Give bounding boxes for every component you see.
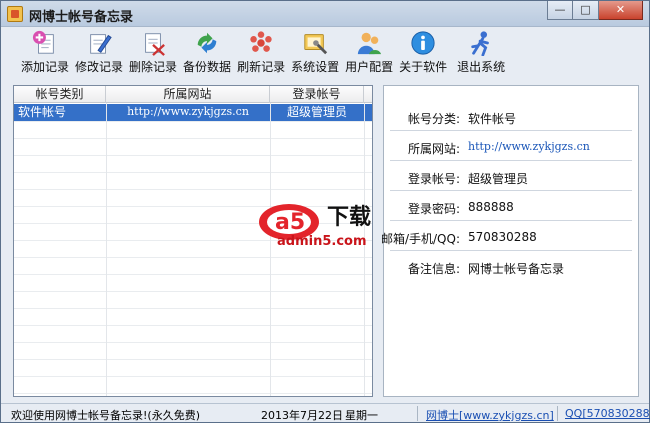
cell-site: http://www.zykjgzs.cn [127,105,249,118]
grid-line [14,342,372,343]
table-row[interactable]: 软件帐号 http://www.zykjgzs.cn 超级管理员 [14,104,372,121]
column-header-category[interactable]: 帐号类别 [14,86,106,103]
edit-record-icon [90,34,112,54]
cell-account: 超级管理员 [286,105,347,119]
app-window: 网博士帐号备忘录 — □ ✕ 添加记录 修改记录 删除记录 备份数据 刷新记录 … [0,0,650,423]
backup-data-icon [197,32,217,54]
column-header-more [364,86,372,103]
detail-row-site: 所属网站: http://www.zykjgzs.cn [384,132,638,162]
toolbar-label: 退出系统 [457,60,506,74]
system-settings-button[interactable]: 系统设置 [291,27,339,75]
app-icon [7,6,23,22]
detail-label: 登录帐号: [407,172,460,186]
grid-line [14,189,372,190]
status-weekday: 星期一 [345,409,378,422]
detail-row-contact: 邮箱/手机/QQ: 570830288 [381,222,638,252]
detail-value: 超级管理员 [468,172,529,186]
grid-line [14,376,372,377]
divider [417,406,418,421]
caption-buttons: — □ ✕ [547,1,643,20]
close-button[interactable]: ✕ [599,1,643,20]
website-link[interactable]: 网博士[www.zykjgzs.cn] [426,407,554,423]
grid-line [14,359,372,360]
grid-line [14,291,372,292]
system-settings-icon [304,34,328,55]
detail-value: 888888 [468,200,514,214]
grid-column-line [364,103,365,396]
toolbar-label: 修改记录 [75,60,124,74]
detail-row-password: 登录密码: 888888 [384,192,638,222]
detail-row-notes: 备注信息: 网博士帐号备忘录 [384,252,638,282]
user-config-button[interactable]: 用户配置 [345,27,393,75]
toolbar-label: 刷新记录 [237,60,286,74]
list-header: 帐号类别 所属网站 登录帐号 [14,86,372,103]
grid-line [14,308,372,309]
toolbar-label: 用户配置 [345,60,394,74]
refresh-record-button[interactable]: 刷新记录 [237,27,285,75]
detail-row-account: 登录帐号: 超级管理员 [384,162,638,192]
site-link[interactable]: http://www.zykjgzs.cn [468,140,590,153]
divider [390,130,632,131]
toolbar-label: 添加记录 [21,60,70,74]
divider [390,250,632,251]
divider [390,220,632,221]
grid-line [14,138,372,139]
detail-value: 软件帐号 [468,112,517,126]
delete-record-button[interactable]: 删除记录 [129,27,177,75]
grid-line [14,325,372,326]
grid-column-line [270,103,271,396]
add-record-button[interactable]: 添加记录 [21,27,69,75]
detail-label: 登录密码: [407,202,460,216]
maximize-button[interactable]: □ [573,1,599,20]
refresh-record-icon [250,31,272,52]
title-bar[interactable]: 网博士帐号备忘录 — □ ✕ [1,1,649,27]
exit-button[interactable]: 退出系统 [457,27,505,75]
grid-line [14,121,372,122]
toolbar-label: 关于软件 [399,60,448,74]
svg-text:admin5.com: admin5.com [277,234,367,248]
delete-record-icon [145,33,165,56]
toolbar: 添加记录 修改记录 删除记录 备份数据 刷新记录 系统设置 用户配置 关于软件 … [1,27,649,77]
detail-label: 备注信息: [407,262,460,276]
svg-text:a5: a5 [275,210,305,235]
cell-category: 软件帐号 [18,105,67,119]
detail-label: 帐号分类: [407,112,460,126]
detail-value: 网博士帐号备忘录 [468,262,565,276]
svg-text:下载: 下载 [327,204,371,230]
grid-line [14,393,372,394]
about-button[interactable]: 关于软件 [399,27,447,75]
grid-line [14,257,372,258]
watermark-logo: a5 下载 admin5.com [259,204,371,248]
grid-line [14,274,372,275]
status-date: 2013年7月22日 [261,409,343,422]
qq-link[interactable]: QQ[570830288] [565,407,650,420]
add-record-icon [32,30,54,54]
toolbar-label: 删除记录 [129,60,178,74]
about-icon [411,31,435,55]
user-config-icon [357,32,382,55]
exit-icon [471,31,490,56]
divider [390,160,632,161]
toolbar-label: 系统设置 [291,60,340,74]
detail-value: 570830288 [468,230,537,244]
status-bar: 欢迎使用网博士帐号备忘录!(永久免费) 2013年7月22日 星期一 网博士[w… [1,403,650,423]
window-title: 网博士帐号备忘录 [29,10,134,25]
grid-line [14,155,372,156]
grid-line [14,172,372,173]
divider [557,406,558,421]
divider [390,190,632,191]
detail-row-category: 帐号分类: 软件帐号 [384,102,638,132]
grid-column-line [106,103,107,396]
column-header-account[interactable]: 登录帐号 [270,86,364,103]
toolbar-label: 备份数据 [183,60,232,74]
minimize-button[interactable]: — [547,1,573,20]
detail-panel: 帐号分类: 软件帐号 所属网站: http://www.zykjgzs.cn 登… [381,85,639,397]
backup-data-button[interactable]: 备份数据 [183,27,231,75]
edit-record-button[interactable]: 修改记录 [75,27,123,75]
detail-label: 所属网站: [407,142,460,156]
status-welcome: 欢迎使用网博士帐号备忘录!(永久免费) [11,409,200,422]
column-header-site[interactable]: 所属网站 [106,86,270,103]
